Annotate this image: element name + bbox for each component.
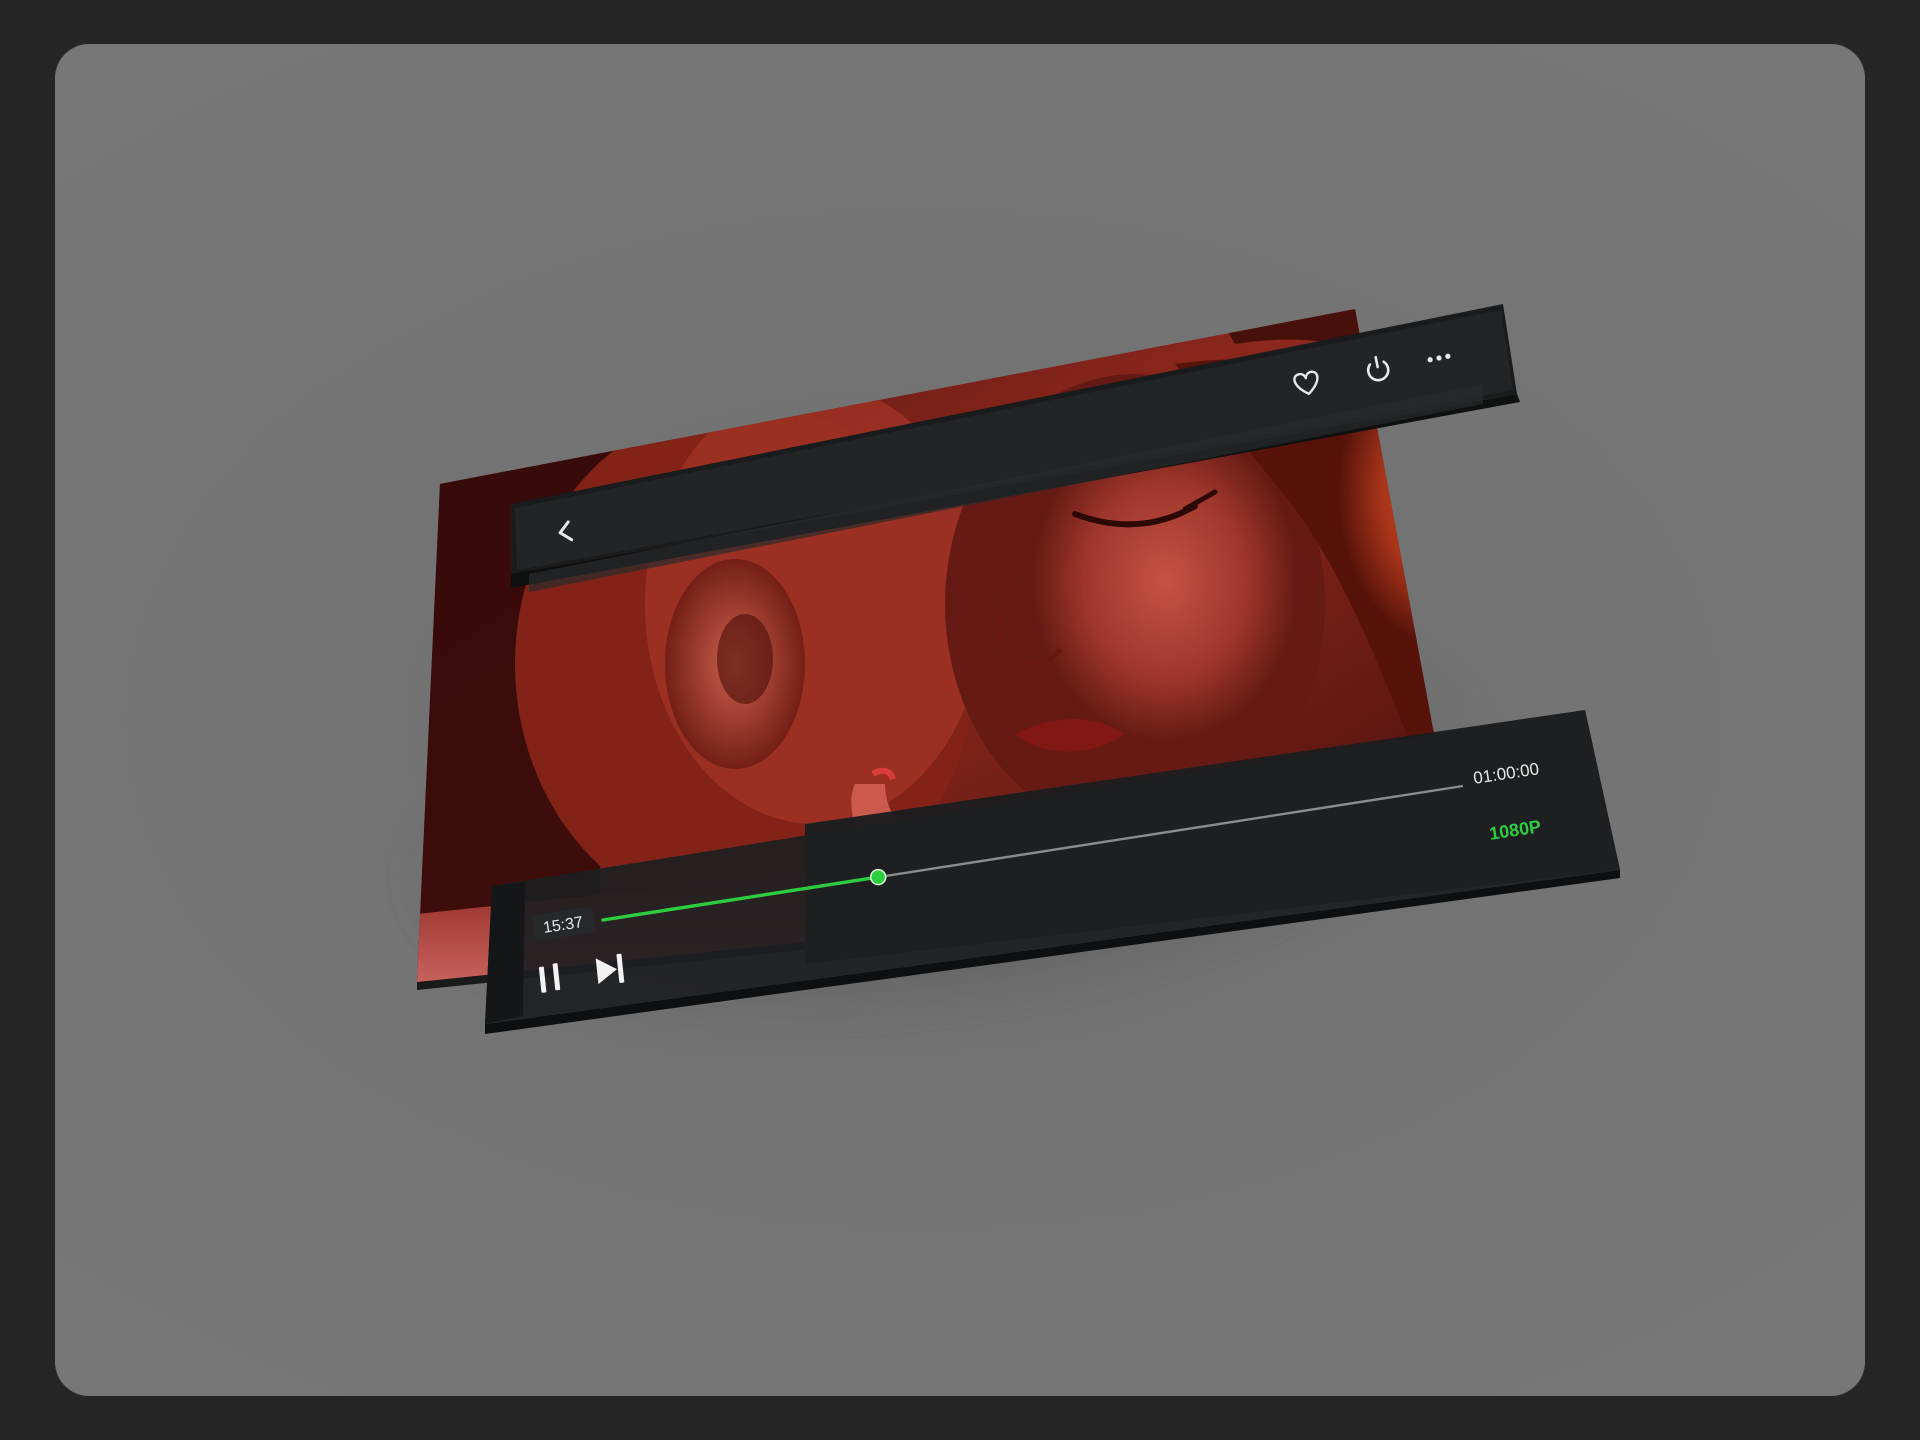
- video-player-3d: 15:37 01:00:00 1080P: [417, 304, 1620, 1034]
- player-mockup: 15:37 01:00:00 1080P: [55, 44, 1865, 1396]
- progress-handle[interactable]: [869, 868, 887, 886]
- presentation-canvas: 15:37 01:00:00 1080P: [55, 44, 1865, 1396]
